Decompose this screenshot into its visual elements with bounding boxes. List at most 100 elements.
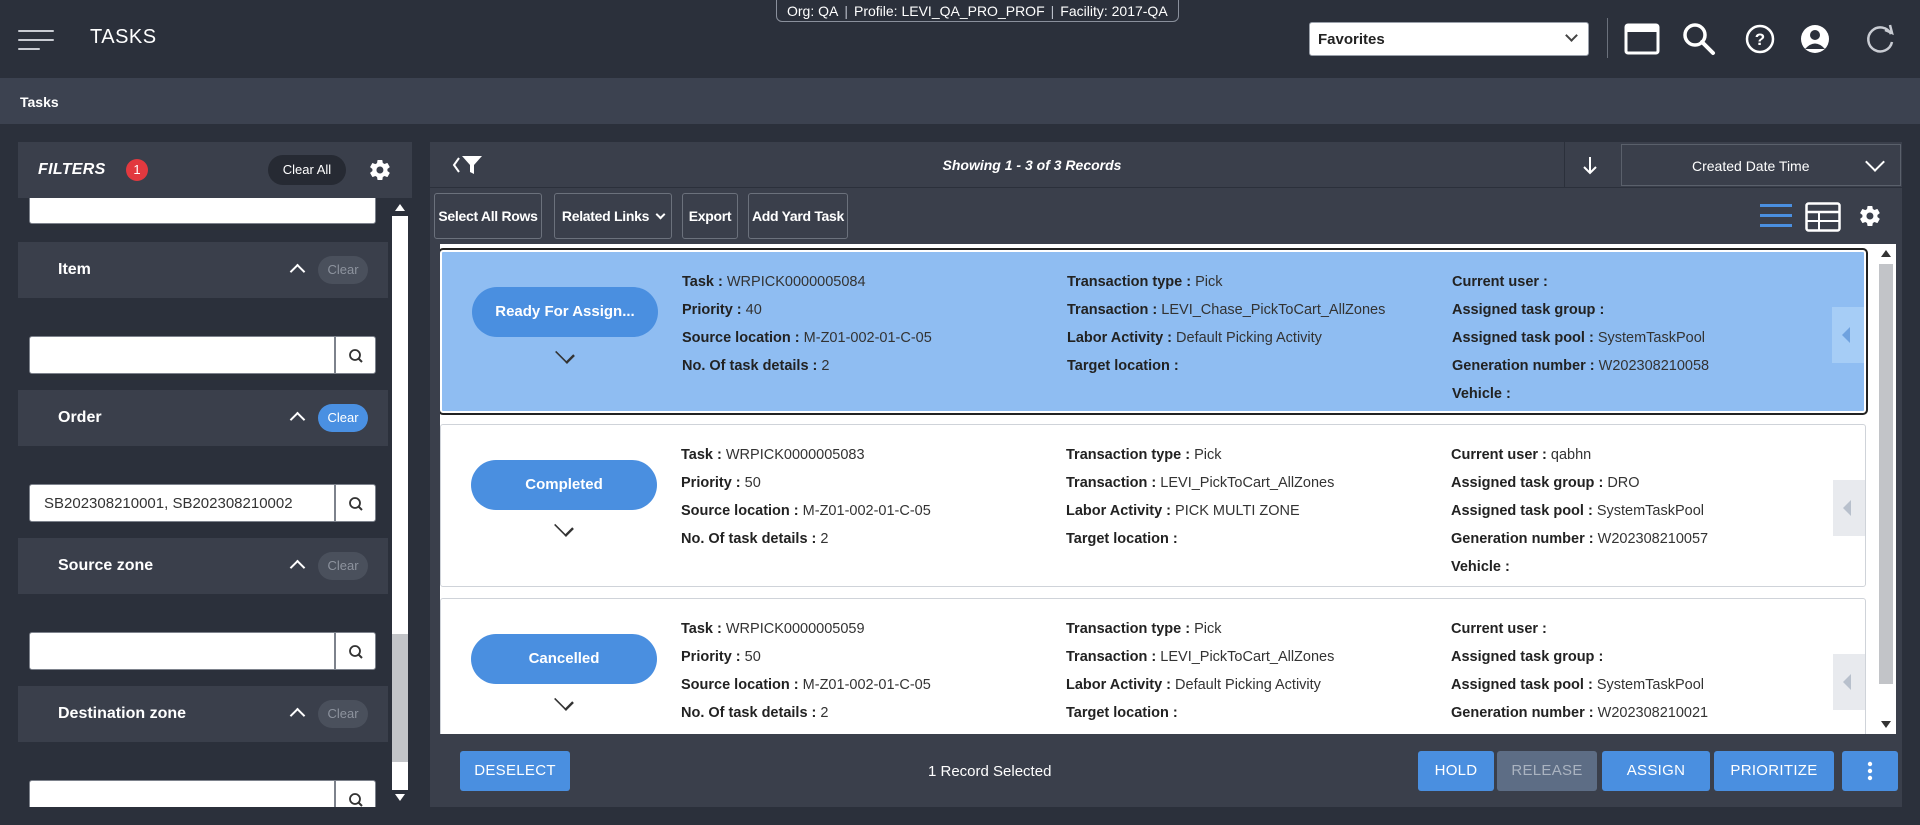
svg-text:?: ? [1755,30,1765,49]
field-value: Pick [1195,274,1223,290]
collapse-filter-icon[interactable] [452,154,486,176]
order-search-button[interactable] [335,484,376,522]
field-value: Default Picking Activity [1175,677,1321,693]
refresh-icon[interactable] [1861,20,1899,58]
filter-section-item[interactable]: Item Clear [18,242,388,298]
status-badge[interactable]: Cancelled [471,634,657,684]
scroll-up-icon[interactable] [1881,250,1891,257]
field-value: 2 [821,358,830,374]
scrollbar-thumb[interactable] [1879,264,1893,684]
clear-all-button[interactable]: Clear All [268,155,346,185]
chevron-up-icon[interactable] [289,411,306,428]
sort-direction-icon[interactable] [1580,154,1600,176]
chevron-up-icon[interactable] [289,707,306,724]
task-card[interactable]: Completed Task : WRPICK0000005083 Priority… [440,424,1866,587]
clear-order-button[interactable]: Clear [318,404,368,432]
status-badge[interactable]: Ready For Assign... [472,287,658,337]
task-field-task: Task : WRPICK0000005059 [681,615,931,643]
gear-icon[interactable] [368,158,392,182]
select-all-rows-button[interactable]: Select All Rows [434,193,542,239]
deselect-button[interactable]: DESELECT [460,751,570,791]
field-label: Task : [682,274,723,290]
task-card[interactable]: Cancelled Task : WRPICK0000005059 Priority… [440,598,1866,734]
filters-count-badge: 1 [126,159,148,181]
scroll-down-icon[interactable] [1881,721,1891,728]
filter-label-item: Item [58,261,91,278]
release-button[interactable]: RELEASE [1497,751,1597,791]
field-label: Assigned task group : [1451,649,1604,665]
field-label: Transaction : [1067,302,1158,318]
prioritize-button[interactable]: PRIORITIZE [1714,751,1834,791]
window-icon[interactable] [1623,20,1661,58]
filters-scrollbar[interactable] [388,198,412,807]
hold-button[interactable]: HOLD [1418,751,1494,791]
clear-source-zone-button[interactable]: Clear [318,552,368,580]
chevron-down-icon[interactable] [554,691,574,711]
task-field-target-location: Target location : [1066,699,1334,727]
favorites-dropdown[interactable]: Favorites [1309,22,1589,56]
search-icon[interactable] [1680,20,1718,58]
export-button[interactable]: Export [682,193,738,239]
sort-field-dropdown[interactable]: Created Date Time [1621,144,1901,186]
scroll-up-icon[interactable] [395,204,405,211]
task-list-scrollbar[interactable] [1876,244,1896,734]
field-label: Labor Activity : [1066,677,1172,693]
related-links-button[interactable]: Related Links [554,193,672,239]
add-yard-task-button[interactable]: Add Yard Task [748,193,848,239]
task-list: Ready For Assign... Task : WRPICK00000050… [440,244,1876,734]
scroll-down-icon[interactable] [395,794,405,801]
top-header: TASKS Org: QA | Profile: LEVI_QA_PRO_PROF |… [0,0,1920,78]
gear-icon[interactable] [1858,204,1882,228]
chevron-up-icon[interactable] [289,263,306,280]
field-value: Default Picking Activity [1176,330,1322,346]
source-zone-filter-input[interactable] [29,632,335,670]
task-field-priority: Priority : 50 [681,643,931,671]
clear-destination-zone-button[interactable]: Clear [318,700,368,728]
filter-section-order[interactable]: Order Clear [18,390,388,446]
chevron-down-icon[interactable] [554,517,574,537]
item-filter-input[interactable] [29,336,335,374]
task-field-transaction: Transaction : LEVI_Chase_PickToCart_AllZ… [1067,296,1385,324]
expand-side-panel-icon[interactable] [1832,307,1864,363]
task-field-assigned-group: Assigned task group : DRO [1451,469,1708,497]
clear-item-button[interactable]: Clear [318,256,368,284]
status-badge[interactable]: Completed [471,460,657,510]
order-filter-input[interactable]: SB202308210001, SB202308210002 [29,484,335,522]
help-icon[interactable]: ? [1741,20,1779,58]
chevron-down-icon [1865,152,1885,172]
breadcrumb[interactable]: Tasks [20,94,59,110]
search-icon [349,793,363,807]
facility-label: Facility: 2017-QA [1060,3,1168,19]
filter-section-source-zone[interactable]: Source zone Clear [18,538,388,594]
field-value: SystemTaskPool [1596,503,1705,519]
field-label: Generation number : [1451,705,1594,721]
chevron-down-icon[interactable] [555,344,575,364]
task-detail-column: Transaction type : Pick Transaction : LEV… [1066,441,1334,553]
task-detail-column: Task : WRPICK0000005059 Priority : 50 Sour… [681,615,931,727]
user-icon[interactable] [1796,20,1834,58]
destination-zone-filter-input[interactable] [29,780,335,807]
grid-view-icon[interactable] [1805,202,1841,232]
field-value: M-Z01-002-01-C-05 [802,677,931,693]
task-card[interactable]: Ready For Assign... Task : WRPICK00000050… [440,248,1868,415]
assign-button[interactable]: ASSIGN [1602,751,1710,791]
menu-icon[interactable] [18,30,54,50]
task-field-assigned-pool: Assigned task pool : SystemTaskPool [1452,324,1709,352]
field-value: WRPICK0000005084 [726,274,866,290]
divider [1564,142,1565,188]
item-search-button[interactable] [335,336,376,374]
expand-side-panel-icon[interactable] [1833,480,1865,536]
filter-section-destination-zone[interactable]: Destination zone Clear [18,686,388,742]
filters-header: FILTERS 1 Clear All [18,142,412,198]
source-zone-search-button[interactable] [335,632,376,670]
field-value: M-Z01-002-01-C-05 [803,330,932,346]
expand-side-panel-icon[interactable] [1833,654,1865,710]
chevron-up-icon[interactable] [289,559,306,576]
scrollbar-thumb[interactable] [392,634,408,762]
field-label: No. Of task details : [681,531,817,547]
task-field-source-location: Source location : M-Z01-002-01-C-05 [681,671,931,699]
previous-filter-input[interactable] [29,198,376,224]
list-view-icon[interactable] [1759,202,1793,230]
destination-zone-search-button[interactable] [335,780,376,807]
more-actions-button[interactable] [1842,751,1898,791]
